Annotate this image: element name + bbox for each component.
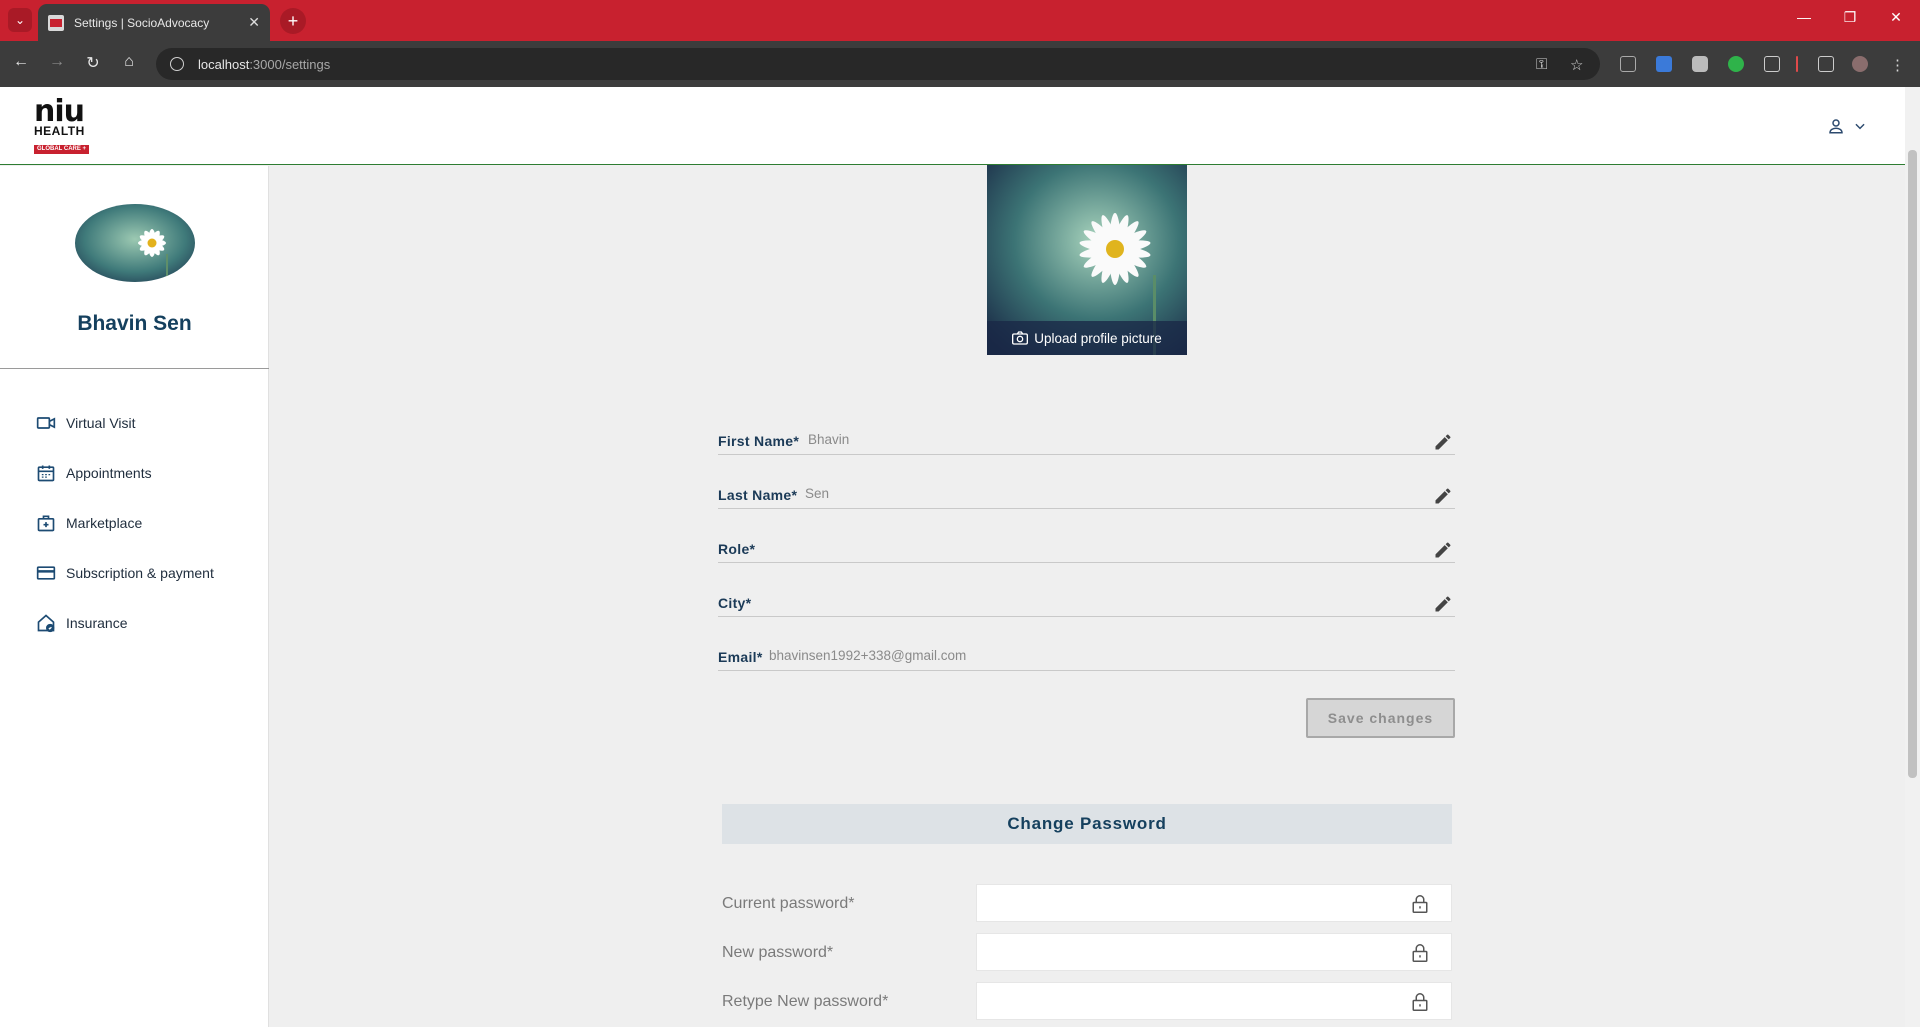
current-password-row: Current password* [722, 884, 1452, 922]
logo-tagline: GLOBAL CARE + [34, 145, 90, 154]
tab-search-button[interactable]: ⌄ [8, 8, 32, 32]
address-bar[interactable]: localhost:3000/settings [156, 48, 1600, 80]
first-name-label: First Name* [718, 433, 800, 449]
browser-toolbar: ← → ↻ ⌂ localhost:3000/settings ⚿ ☆ ⋮ [0, 41, 1920, 87]
sidebar-item-label: Insurance [66, 615, 128, 631]
pencil-edit-icon[interactable] [1433, 432, 1453, 452]
current-password-input[interactable] [976, 884, 1452, 922]
last-name-label: Last Name* [718, 487, 798, 503]
change-password-header[interactable]: Change Password [722, 804, 1452, 844]
city-field[interactable]: City* [718, 563, 1455, 617]
retype-password-label: Retype New password* [722, 993, 889, 1010]
side-panel-icon[interactable] [1818, 56, 1834, 72]
extension-camera-icon[interactable] [1692, 56, 1708, 72]
new-tab-button[interactable]: + [280, 8, 306, 34]
close-window-icon[interactable]: ✕ [1884, 9, 1908, 26]
new-password-row: New password* [722, 933, 1452, 971]
extension-docs-icon[interactable] [1656, 56, 1672, 72]
new-password-label: New password* [722, 944, 834, 961]
first-name-value[interactable]: Bhavin [808, 432, 849, 447]
sidebar-item-insurance[interactable]: Insurance [36, 598, 214, 648]
email-value: bhavinsen1992+338@gmail.com [769, 648, 967, 663]
sidebar-item-subscription[interactable]: Subscription & payment [36, 548, 214, 598]
upload-label: Upload profile picture [1034, 330, 1162, 346]
last-name-value[interactable]: Sen [805, 486, 829, 501]
sidebar-divider [0, 368, 269, 369]
home-icon[interactable]: ⌂ [118, 53, 140, 71]
bookmark-star-icon[interactable]: ☆ [1570, 56, 1583, 74]
profile-form: First Name* Bhavin Last Name* Sen Role* … [718, 420, 1455, 671]
email-label: Email* [718, 649, 763, 665]
lock-icon[interactable] [1411, 894, 1429, 914]
extensions-puzzle-icon[interactable] [1764, 56, 1780, 72]
tab-title: Settings | SocioAdvocacy [74, 15, 210, 30]
sidebar-item-virtual-visit[interactable]: Virtual Visit [36, 398, 214, 448]
sidebar: Bhavin Sen Virtual Visit Appointments Ma… [0, 166, 269, 1027]
back-icon[interactable]: ← [10, 53, 32, 71]
first-name-field[interactable]: First Name* Bhavin [718, 420, 1455, 455]
lock-icon[interactable] [1411, 992, 1429, 1012]
sidebar-item-label: Subscription & payment [66, 565, 214, 581]
last-name-field[interactable]: Last Name* Sen [718, 455, 1455, 509]
scrollbar-thumb[interactable] [1908, 150, 1917, 778]
profile-avatar-icon[interactable] [1852, 56, 1868, 72]
favicon-icon [48, 14, 64, 31]
calendar-icon [36, 463, 56, 483]
current-password-label: Current password* [722, 895, 855, 912]
home-shield-icon [36, 613, 56, 633]
extension-sidebar-icon[interactable] [1620, 56, 1636, 72]
sidebar-item-label: Marketplace [66, 515, 143, 531]
profile-photo[interactable]: Upload profile picture [987, 165, 1187, 355]
credit-card-icon [36, 563, 56, 583]
niu-health-logo[interactable]: niu HEALTH GLOBAL CARE + [34, 94, 98, 155]
url-text: localhost:3000/settings [198, 56, 331, 72]
user-icon [1829, 119, 1843, 134]
lock-icon[interactable] [1411, 943, 1429, 963]
logo-subtitle: HEALTH [34, 124, 85, 138]
pencil-edit-icon[interactable] [1433, 594, 1453, 614]
role-field[interactable]: Role* [718, 509, 1455, 563]
forward-icon[interactable]: → [46, 53, 68, 71]
retype-password-row: Retype New password* [722, 982, 1452, 1020]
sidebar-item-label: Appointments [66, 465, 152, 481]
toolbar-divider [1796, 56, 1798, 72]
browser-menu-icon[interactable]: ⋮ [1890, 56, 1905, 74]
email-field: Email* bhavinsen1992+338@gmail.com [718, 617, 1455, 671]
sidebar-item-appointments[interactable]: Appointments [36, 448, 214, 498]
new-password-input[interactable] [976, 933, 1452, 971]
video-camera-icon [36, 413, 56, 433]
browser-tab-bar: ⌄ Settings | SocioAdvocacy ✕ + — ❐ ✕ [0, 0, 1920, 41]
key-icon[interactable]: ⚿ [1536, 56, 1547, 73]
sidebar-item-label: Virtual Visit [66, 415, 136, 431]
save-changes-button[interactable]: Save changes [1306, 698, 1455, 738]
sidebar-menu: Virtual Visit Appointments Marketplace S… [36, 398, 214, 648]
user-menu[interactable] [1827, 117, 1867, 135]
sidebar-item-marketplace[interactable]: Marketplace [36, 498, 214, 548]
camera-icon [1012, 331, 1029, 345]
retype-password-input[interactable] [976, 982, 1452, 1020]
logo-mark: niu [34, 94, 85, 129]
city-label: City* [718, 595, 752, 611]
close-tab-icon[interactable]: ✕ [248, 14, 260, 31]
minimize-icon[interactable]: — [1792, 9, 1816, 25]
pencil-edit-icon[interactable] [1433, 540, 1453, 560]
site-info-icon[interactable] [170, 57, 184, 71]
restore-icon[interactable]: ❐ [1838, 9, 1862, 26]
app-header: niu HEALTH GLOBAL CARE + [0, 87, 1905, 165]
pencil-edit-icon[interactable] [1433, 486, 1453, 506]
avatar [75, 204, 195, 282]
chevron-down-icon [1855, 123, 1865, 130]
extension-green-icon[interactable] [1728, 56, 1744, 72]
upload-profile-picture-button[interactable]: Upload profile picture [987, 321, 1187, 355]
browser-tab-active[interactable]: Settings | SocioAdvocacy ✕ [38, 4, 270, 41]
role-label: Role* [718, 541, 756, 557]
reload-icon[interactable]: ↻ [82, 53, 104, 73]
user-name: Bhavin Sen [77, 312, 192, 335]
medical-bag-icon [36, 513, 56, 533]
